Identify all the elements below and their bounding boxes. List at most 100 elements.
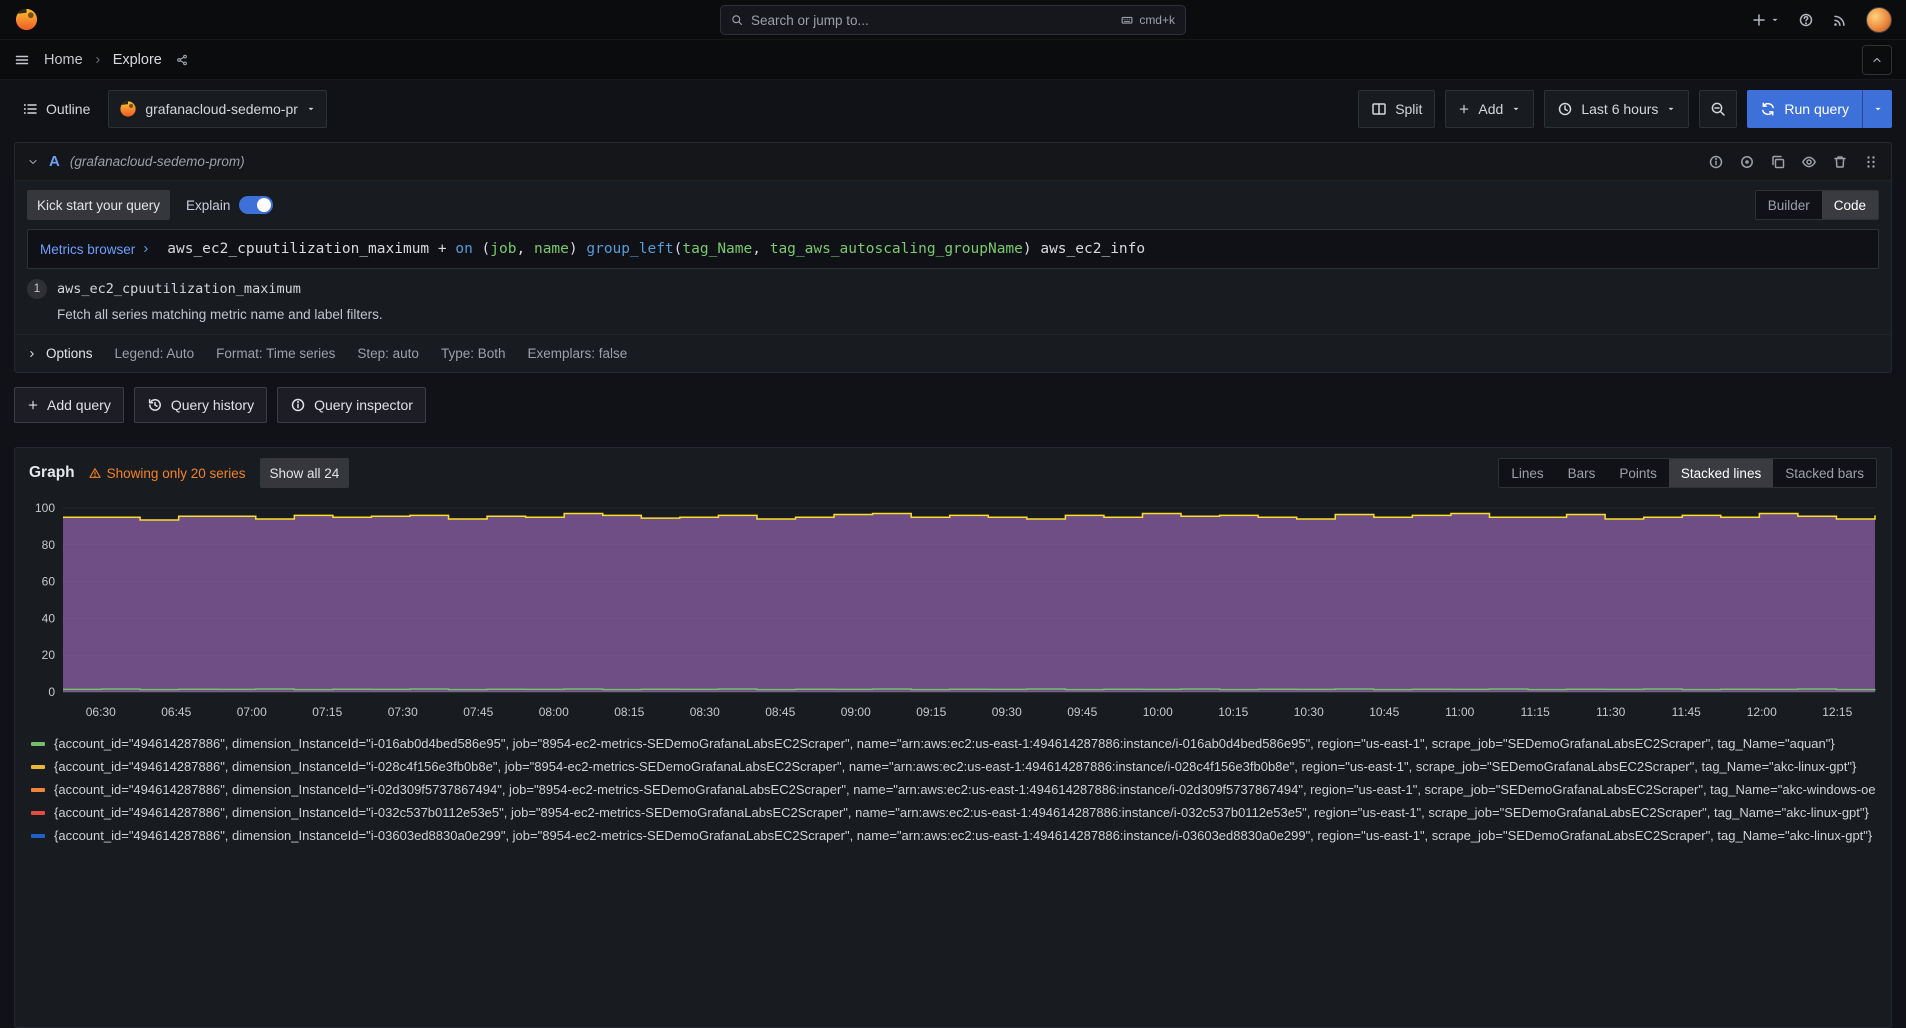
explain-row: 1 aws_ec2_cpuutilization_maximum [27, 279, 1879, 299]
svg-text:08:45: 08:45 [765, 705, 795, 719]
add-query-button[interactable]: Add query [14, 387, 124, 423]
add-new-button[interactable] [1751, 12, 1780, 28]
svg-text:07:15: 07:15 [312, 705, 342, 719]
search-input[interactable]: Search or jump to... cmd+k [720, 5, 1186, 35]
datasource-picker[interactable]: grafanacloud-sedemo-pr [108, 90, 327, 128]
split-button[interactable]: Split [1358, 90, 1435, 128]
graph-panel: Graph Showing only 20 series Show all 24… [14, 447, 1892, 1028]
add-icon [27, 399, 39, 411]
query-expression[interactable]: aws_ec2_cpuutilization_maximum + on (job… [163, 241, 1145, 257]
series-color-marker [31, 834, 45, 838]
editor-mode-builder[interactable]: Builder [1756, 191, 1822, 219]
view-mode-points[interactable]: Points [1607, 459, 1669, 487]
svg-text:06:30: 06:30 [86, 705, 116, 719]
svg-text:80: 80 [42, 538, 56, 552]
explore-toolbar: Outline grafanacloud-sedemo-pr Split Add… [0, 80, 1906, 128]
run-query-button[interactable]: Run query [1747, 90, 1892, 128]
time-range-picker[interactable]: Last 6 hours [1544, 90, 1689, 128]
caret-down-icon [1511, 104, 1521, 114]
query-ref-id[interactable]: A [49, 153, 60, 170]
metrics-browser-link[interactable]: Metrics browser [28, 242, 163, 257]
view-mode-lines[interactable]: Lines [1499, 459, 1555, 487]
query-inspector-button[interactable]: Query inspector [277, 387, 426, 423]
explain-toggle-group: Explain [186, 196, 273, 214]
graph-legend: {account_id="494614287886", dimension_In… [15, 728, 1891, 847]
warning-icon [89, 467, 101, 479]
svg-text:11:30: 11:30 [1596, 705, 1625, 719]
chevron-down-icon[interactable] [27, 156, 39, 168]
zoom-out-button[interactable] [1699, 90, 1737, 128]
breadcrumb: Home Explore [44, 52, 162, 68]
svg-text:08:30: 08:30 [690, 705, 720, 719]
svg-text:08:15: 08:15 [614, 705, 644, 719]
copy-icon[interactable] [1770, 154, 1786, 170]
caret-down-icon [306, 104, 316, 114]
svg-text:12:00: 12:00 [1747, 705, 1777, 719]
news-button[interactable] [1832, 12, 1848, 28]
view-mode-bars[interactable]: Bars [1556, 459, 1608, 487]
chevron-right-icon [141, 244, 151, 254]
svg-text:0: 0 [48, 685, 55, 699]
explain-label: Explain [186, 198, 230, 213]
datasource-name: grafanacloud-sedemo-pr [145, 101, 298, 117]
editor-mode-code[interactable]: Code [1822, 191, 1878, 219]
query-row-actions [1708, 154, 1879, 170]
run-query-main[interactable]: Run query [1747, 90, 1862, 128]
series-label: {account_id="494614287886", dimension_In… [54, 782, 1875, 797]
legend-item[interactable]: {account_id="494614287886", dimension_In… [31, 824, 1875, 847]
svg-text:07:30: 07:30 [388, 705, 418, 719]
explain-toggle[interactable] [239, 196, 273, 214]
caret-down-icon [1770, 15, 1780, 25]
chevron-right-icon [27, 349, 37, 359]
help-button[interactable] [1798, 12, 1814, 28]
options-toggle[interactable]: Options [27, 346, 93, 361]
rss-icon [1832, 12, 1848, 28]
eye-icon[interactable] [1801, 154, 1817, 170]
trash-icon[interactable] [1832, 154, 1848, 170]
series-label: {account_id="494614287886", dimension_In… [54, 736, 1835, 751]
breadcrumb-home[interactable]: Home [44, 52, 83, 68]
top-nav-actions [1751, 7, 1892, 33]
legend-item[interactable]: {account_id="494614287886", dimension_In… [31, 732, 1875, 755]
view-mode-stacked-lines[interactable]: Stacked lines [1669, 459, 1773, 487]
user-avatar[interactable] [1866, 7, 1892, 33]
svg-text:06:45: 06:45 [161, 705, 191, 719]
outline-button[interactable]: Outline [14, 90, 98, 128]
kick-start-button[interactable]: Kick start your query [27, 190, 170, 220]
run-query-caret[interactable] [1862, 90, 1892, 128]
editor-mode-group: Builder Code [1755, 190, 1879, 220]
chart-area[interactable]: 02040608010006:3006:4507:0007:1507:3007:… [15, 490, 1891, 728]
add-panel-button[interactable]: Add [1445, 90, 1534, 128]
info-icon [290, 397, 306, 413]
show-all-series-button[interactable]: Show all 24 [260, 458, 350, 488]
series-label: {account_id="494614287886", dimension_In… [54, 759, 1856, 774]
sync-icon [1760, 101, 1776, 117]
query-options-summary: Legend: AutoFormat: Time seriesStep: aut… [115, 346, 628, 361]
query-row-header[interactable]: A (grafanacloud-sedemo-prom) [15, 143, 1891, 181]
collapse-top-button[interactable] [1862, 45, 1892, 75]
svg-text:08:00: 08:00 [539, 705, 569, 719]
view-mode-stacked-bars[interactable]: Stacked bars [1773, 459, 1876, 487]
info-icon[interactable] [1708, 154, 1724, 170]
grafana-logo[interactable] [14, 7, 39, 32]
split-icon [1371, 101, 1387, 117]
record-circle-icon[interactable] [1739, 154, 1755, 170]
option-summary-item: Type: Both [441, 346, 506, 361]
query-history-button[interactable]: Query history [134, 387, 267, 423]
search-shortcut: cmd+k [1121, 13, 1175, 27]
share-icon[interactable] [176, 54, 188, 66]
svg-text:10:00: 10:00 [1143, 705, 1173, 719]
svg-text:07:00: 07:00 [237, 705, 267, 719]
svg-text:09:45: 09:45 [1067, 705, 1097, 719]
graph-panel-header: Graph Showing only 20 series Show all 24… [15, 448, 1891, 490]
menu-icon[interactable] [14, 52, 30, 68]
legend-item[interactable]: {account_id="494614287886", dimension_In… [31, 778, 1875, 801]
zoom-out-icon [1710, 101, 1726, 117]
breadcrumb-explore[interactable]: Explore [113, 52, 162, 68]
option-summary-item: Format: Time series [216, 346, 335, 361]
history-icon [147, 397, 163, 413]
legend-item[interactable]: {account_id="494614287886", dimension_In… [31, 755, 1875, 778]
drag-handle-icon[interactable] [1863, 154, 1879, 170]
caret-down-icon [1666, 104, 1676, 114]
query-expression-editor[interactable]: Metrics browser aws_ec2_cpuutilization_m… [27, 229, 1879, 269]
